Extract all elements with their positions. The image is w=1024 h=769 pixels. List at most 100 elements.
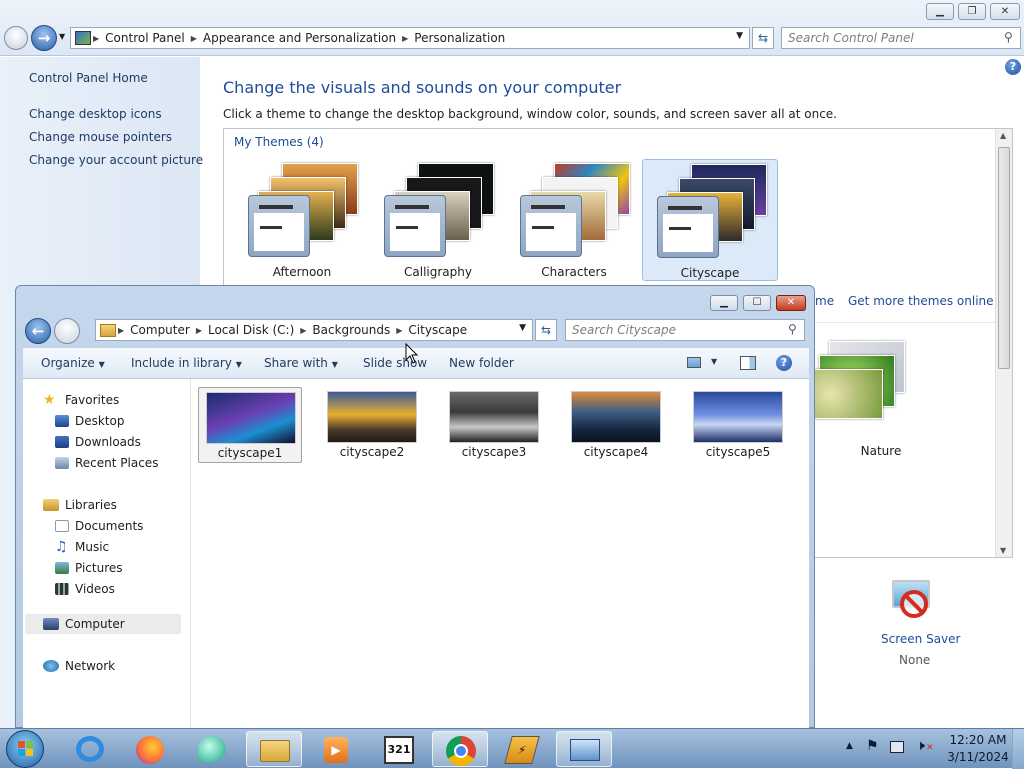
theme-calligraphy[interactable]: Calligraphy [370, 159, 506, 281]
breadcrumb-computer[interactable]: Computer [130, 323, 190, 337]
change-mouse-pointers-link[interactable]: Change mouse pointers [29, 130, 172, 144]
window-color-icon [657, 196, 719, 258]
search-cityscape-input[interactable]: Search Cityscape [565, 319, 805, 341]
close-button[interactable]: ✕ [776, 295, 806, 311]
volume-icon[interactable]: 🕨 [916, 738, 925, 754]
pictures-icon [55, 562, 69, 574]
control-panel-home-link[interactable]: Control Panel Home [29, 71, 148, 85]
media-player-icon[interactable]: ▶ [308, 731, 364, 767]
libraries-icon [43, 499, 59, 511]
taskbar: ▶ 321 ⚡ ▲ ⚑ 🕨 ✕ 12:20 AM 3/11/2024 [0, 728, 1024, 769]
file-item[interactable]: cityscape4 [564, 387, 668, 463]
nav-music[interactable]: ♫ Music [55, 540, 109, 554]
breadcrumb-separator-icon: ▶ [93, 33, 100, 43]
media-player-classic-icon[interactable]: 321 [370, 731, 426, 767]
nav-favorites[interactable]: ★ Favorites [43, 393, 119, 407]
nav-pictures[interactable]: Pictures [55, 561, 123, 575]
breadcrumb-appearance[interactable]: Appearance and Personalization [203, 31, 396, 45]
scrollbar-thumb[interactable] [998, 147, 1010, 369]
breadcrumb-personalization[interactable]: Personalization [414, 31, 505, 45]
include-in-library-button[interactable]: Include in library ▼ [131, 356, 242, 370]
computer-icon [43, 618, 59, 630]
close-button[interactable]: ✕ [990, 3, 1020, 20]
minimize-button[interactable]: ▁ [710, 295, 738, 311]
change-view-icon[interactable] [687, 357, 701, 368]
back-button[interactable] [4, 26, 28, 50]
recent-places-icon [55, 457, 69, 469]
breadcrumb-separator-icon: ▶ [402, 33, 409, 43]
forward-button[interactable] [54, 318, 80, 344]
address-bar[interactable]: ▶ Computer ▶ Local Disk (C:) ▶ Backgroun… [95, 319, 533, 341]
back-button[interactable]: ← [25, 318, 51, 344]
address-bar[interactable]: ▶ Control Panel ▶ Appearance and Persona… [70, 27, 750, 49]
control-panel-taskbar-icon[interactable] [556, 731, 612, 767]
file-item[interactable]: cityscape5 [686, 387, 790, 463]
file-item[interactable]: cityscape2 [320, 387, 424, 463]
recent-pages-dropdown-icon[interactable]: ▼ [59, 32, 65, 41]
maximize-button[interactable]: ☐ [743, 295, 771, 311]
file-item[interactable]: cityscape3 [442, 387, 546, 463]
nav-recent-places[interactable]: Recent Places [55, 456, 158, 470]
file-name: cityscape2 [339, 445, 405, 459]
nav-videos[interactable]: Videos [55, 582, 115, 596]
videos-icon [55, 583, 69, 595]
screen-saver-link[interactable]: Screen Saver [881, 632, 960, 646]
screen-saver-value: None [899, 653, 931, 667]
start-button[interactable] [6, 730, 44, 768]
search-control-panel-input[interactable]: Search Control Panel [781, 27, 1021, 49]
breadcrumb-local-disk[interactable]: Local Disk (C:) [208, 323, 294, 337]
refresh-icon[interactable]: ⇆ [752, 27, 774, 49]
nav-libraries[interactable]: Libraries [43, 498, 117, 512]
refresh-icon[interactable]: ⇆ [535, 319, 557, 341]
get-more-themes-link[interactable]: Get more themes online [848, 294, 994, 308]
screen-saver-icon[interactable] [888, 578, 936, 624]
file-item[interactable]: cityscape1 [198, 387, 302, 463]
internet-explorer-icon[interactable] [62, 731, 118, 767]
change-account-picture-link[interactable]: Change your account picture [29, 153, 203, 167]
organize-button[interactable]: Organize ▼ [41, 356, 105, 370]
view-options-dropdown-icon[interactable]: ▼ [711, 357, 717, 366]
show-desktop-button[interactable] [1012, 729, 1024, 769]
show-hidden-icons-icon[interactable]: ▲ [846, 741, 853, 751]
chat-app-icon[interactable] [184, 731, 240, 767]
winamp-icon[interactable]: ⚡ [494, 731, 550, 767]
firefox-icon[interactable] [122, 731, 178, 767]
nav-documents[interactable]: Documents [55, 519, 143, 533]
image-thumbnail [449, 391, 539, 443]
nav-computer[interactable]: Computer [43, 617, 125, 631]
chrome-icon[interactable] [432, 731, 488, 767]
save-theme-link[interactable]: me [815, 294, 834, 308]
forward-button[interactable]: → [31, 25, 57, 51]
nav-desktop[interactable]: Desktop [55, 414, 125, 428]
clock-date[interactable]: 3/11/2024 [942, 750, 1014, 764]
clock-time[interactable]: 12:20 AM [948, 733, 1008, 747]
network-status-icon[interactable] [890, 741, 904, 753]
address-dropdown-icon[interactable]: ▼ [736, 31, 743, 41]
theme-afternoon[interactable]: Afternoon [234, 159, 370, 281]
breadcrumb-control-panel[interactable]: Control Panel [105, 31, 185, 45]
theme-cityscape[interactable]: Cityscape [642, 159, 778, 281]
maximize-button[interactable]: ❐ [958, 3, 986, 20]
help-icon[interactable]: ? [1005, 59, 1021, 75]
scroll-down-icon[interactable]: ▼ [1000, 546, 1006, 555]
search-icon[interactable]: ⚲ [788, 322, 797, 336]
new-folder-button[interactable]: New folder [449, 356, 514, 370]
scroll-up-icon[interactable]: ▲ [1000, 131, 1006, 140]
action-center-flag-icon[interactable]: ⚑ [866, 738, 879, 754]
change-desktop-icons-link[interactable]: Change desktop icons [29, 107, 162, 121]
help-icon[interactable]: ? [776, 355, 792, 371]
window-color-icon [384, 195, 446, 257]
theme-characters[interactable]: Characters [506, 159, 642, 281]
share-with-button[interactable]: Share with ▼ [264, 356, 338, 370]
minimize-button[interactable]: ▁ [926, 3, 954, 20]
nav-network[interactable]: Network [43, 659, 115, 673]
address-dropdown-icon[interactable]: ▼ [519, 323, 526, 333]
control-panel-icon [75, 31, 91, 45]
nav-downloads[interactable]: Downloads [55, 435, 141, 449]
breadcrumb-cityscape[interactable]: Cityscape [408, 323, 467, 337]
windows-explorer-icon[interactable] [246, 731, 302, 767]
preview-pane-icon[interactable] [740, 356, 756, 370]
breadcrumb-backgrounds[interactable]: Backgrounds [312, 323, 390, 337]
themes-scrollbar[interactable]: ▲ ▼ [995, 129, 1012, 557]
search-icon[interactable]: ⚲ [1004, 30, 1013, 44]
